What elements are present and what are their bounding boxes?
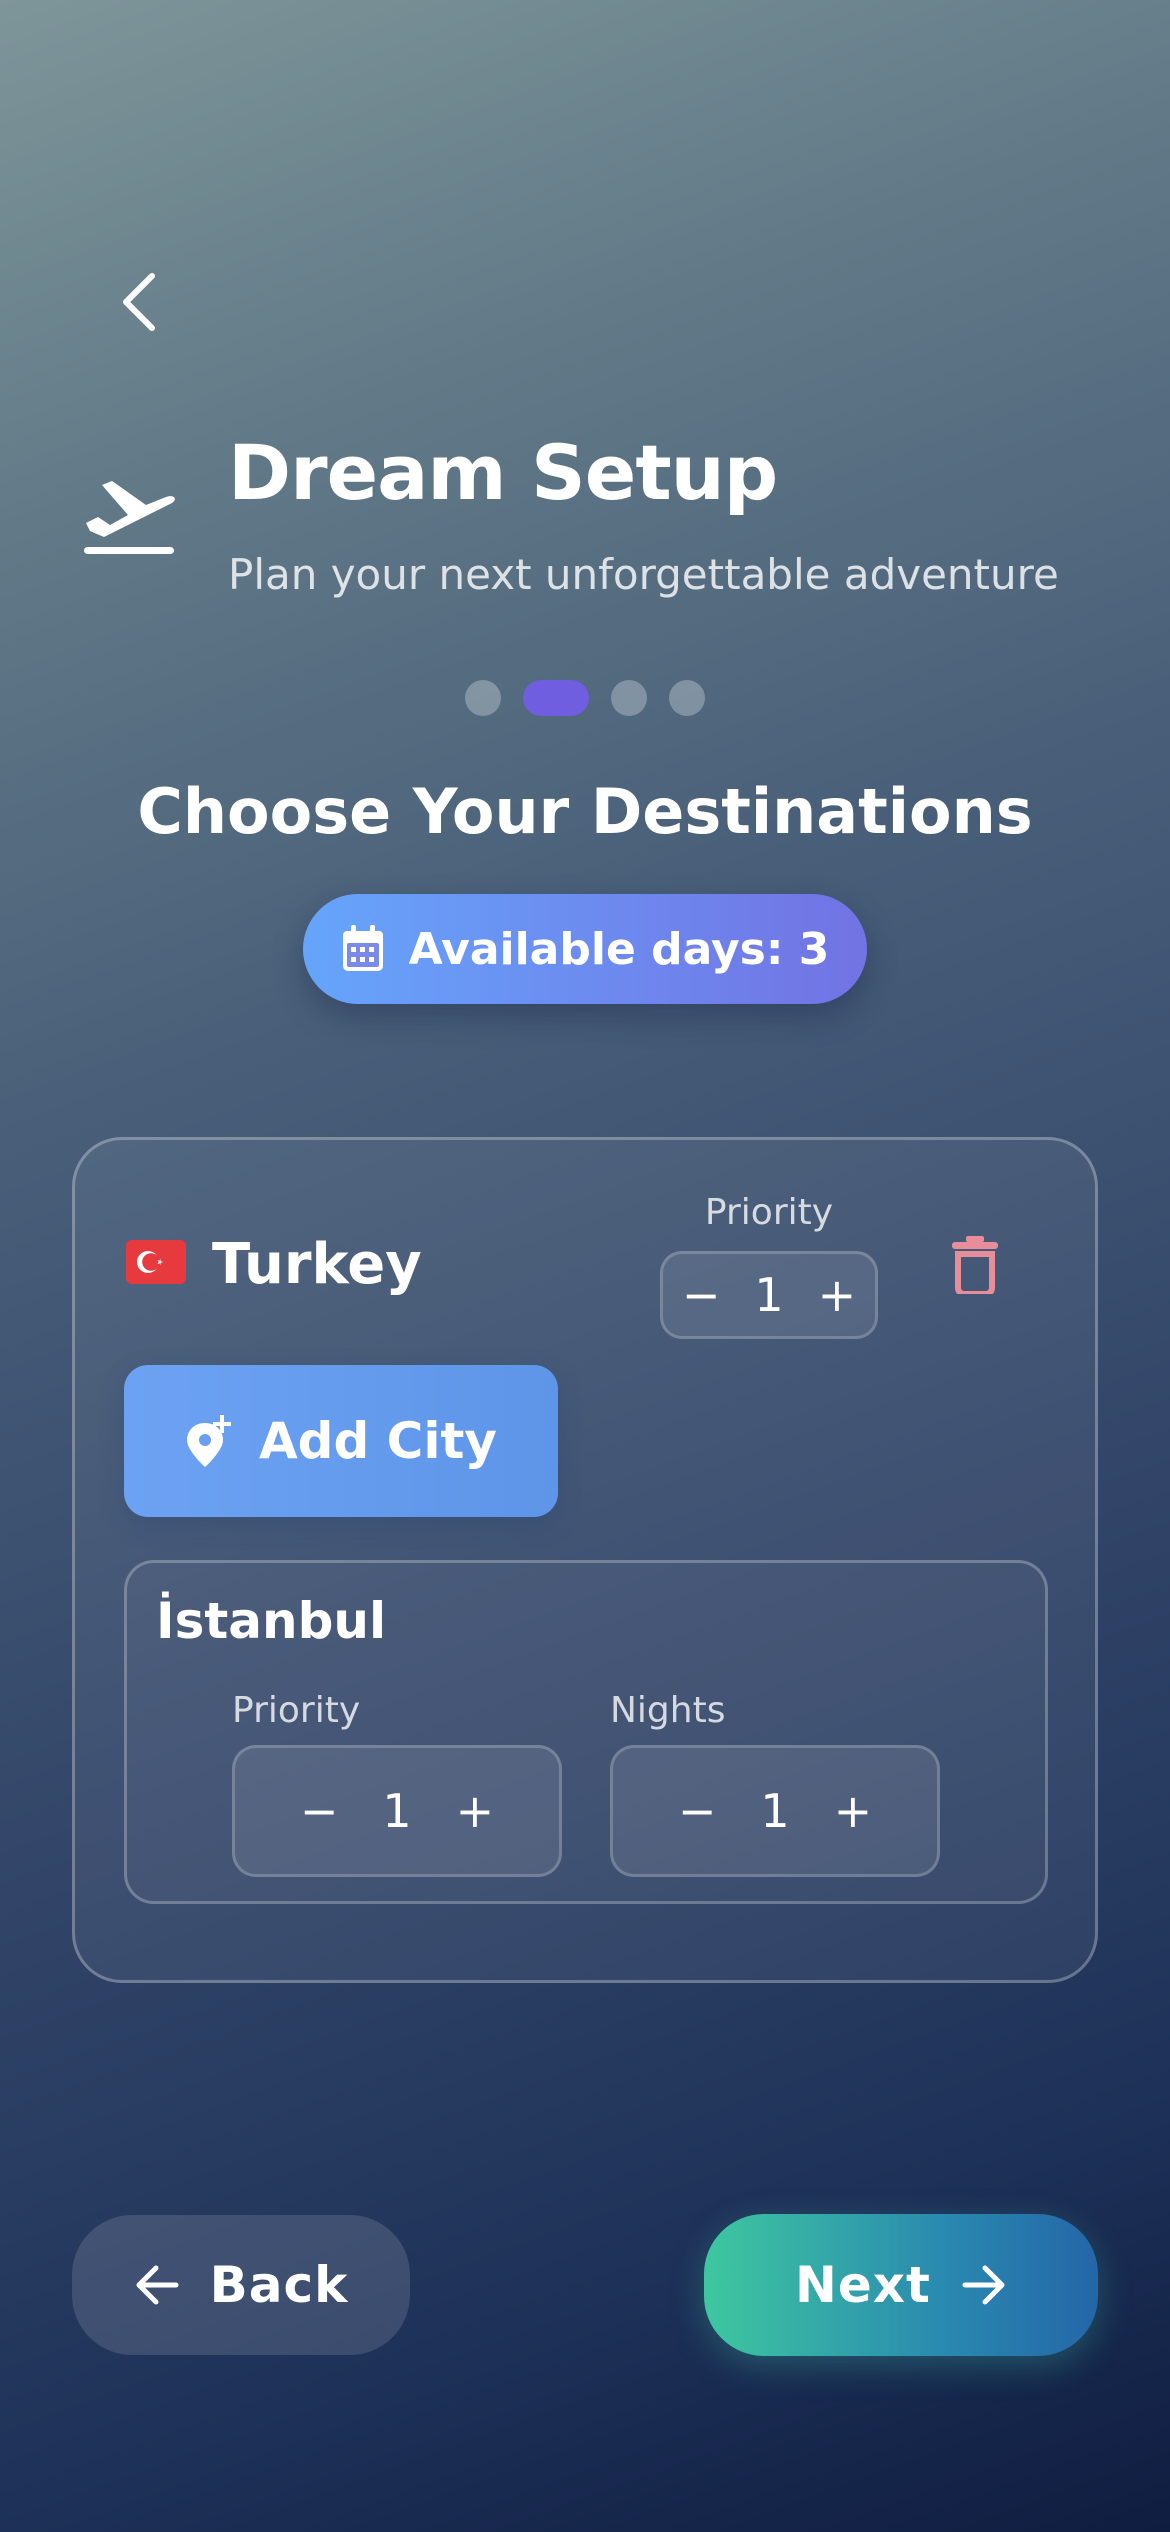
available-days-badge: Available days: 3 <box>303 894 867 1004</box>
arrow-left-icon <box>136 2265 179 2305</box>
minus-icon[interactable]: − <box>300 1784 339 1838</box>
step-indicator <box>0 680 1170 716</box>
next-button[interactable]: Next <box>704 2214 1098 2356</box>
arrow-right-icon <box>962 2265 1005 2305</box>
plus-icon[interactable]: + <box>456 1784 495 1838</box>
trash-icon[interactable] <box>952 1236 998 1294</box>
section-heading: Choose Your Destinations <box>137 775 1033 848</box>
page-title: Dream Setup <box>228 428 778 517</box>
country-priority-label: Priority <box>704 1192 834 1233</box>
country-name: Turkey <box>212 1232 422 1297</box>
city-priority-value: 1 <box>382 1784 412 1838</box>
minus-icon[interactable]: − <box>678 1784 717 1838</box>
back-button-label: Back <box>209 2256 349 2314</box>
available-days-text: Available days: 3 <box>408 923 830 975</box>
step-dot-1 <box>465 680 501 716</box>
page-subtitle: Plan your next unforgettable adventure <box>228 550 1059 599</box>
city-nights-label: Nights <box>610 1690 726 1731</box>
plus-icon[interactable]: + <box>818 1268 857 1322</box>
step-dot-2-active <box>523 680 589 716</box>
add-city-button[interactable]: Add City <box>124 1365 558 1517</box>
step-dot-3 <box>611 680 647 716</box>
city-nights-value: 1 <box>760 1784 790 1838</box>
map-pin-plus-icon <box>186 1415 231 1467</box>
turkey-flag-icon <box>126 1240 186 1284</box>
step-dot-4 <box>669 680 705 716</box>
city-priority-stepper: − 1 + <box>232 1745 562 1877</box>
city-nights-stepper: − 1 + <box>610 1745 940 1877</box>
add-city-label: Add City <box>258 1412 497 1470</box>
back-button[interactable]: Back <box>72 2215 410 2355</box>
country-priority-stepper: − 1 + <box>660 1251 878 1339</box>
plane-takeoff-icon <box>84 481 175 554</box>
city-name: İstanbul <box>156 1592 387 1650</box>
minus-icon[interactable]: − <box>682 1268 721 1322</box>
plus-icon[interactable]: + <box>834 1784 873 1838</box>
calendar-icon <box>342 925 383 971</box>
country-priority-value: 1 <box>754 1268 784 1322</box>
next-button-label: Next <box>795 2256 931 2314</box>
city-priority-label: Priority <box>232 1690 361 1731</box>
back-chevron-icon[interactable] <box>112 270 176 334</box>
